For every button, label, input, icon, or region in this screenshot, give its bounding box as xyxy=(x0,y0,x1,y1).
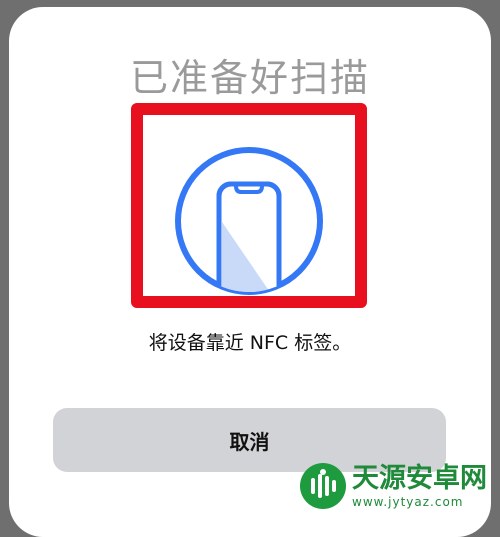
watermark: 天源安卓网 www.jytyaz.com xyxy=(300,456,500,516)
sheet-title: 已准备好扫描 xyxy=(129,56,370,100)
instruction-text: 将设备靠近 NFC 标签。 xyxy=(148,332,352,354)
nfc-phone-icon xyxy=(174,146,324,300)
watermark-title: 天源安卓网 xyxy=(352,462,487,494)
watermark-url: www.jytyaz.com xyxy=(352,494,464,509)
watermark-logo-icon xyxy=(300,463,346,509)
